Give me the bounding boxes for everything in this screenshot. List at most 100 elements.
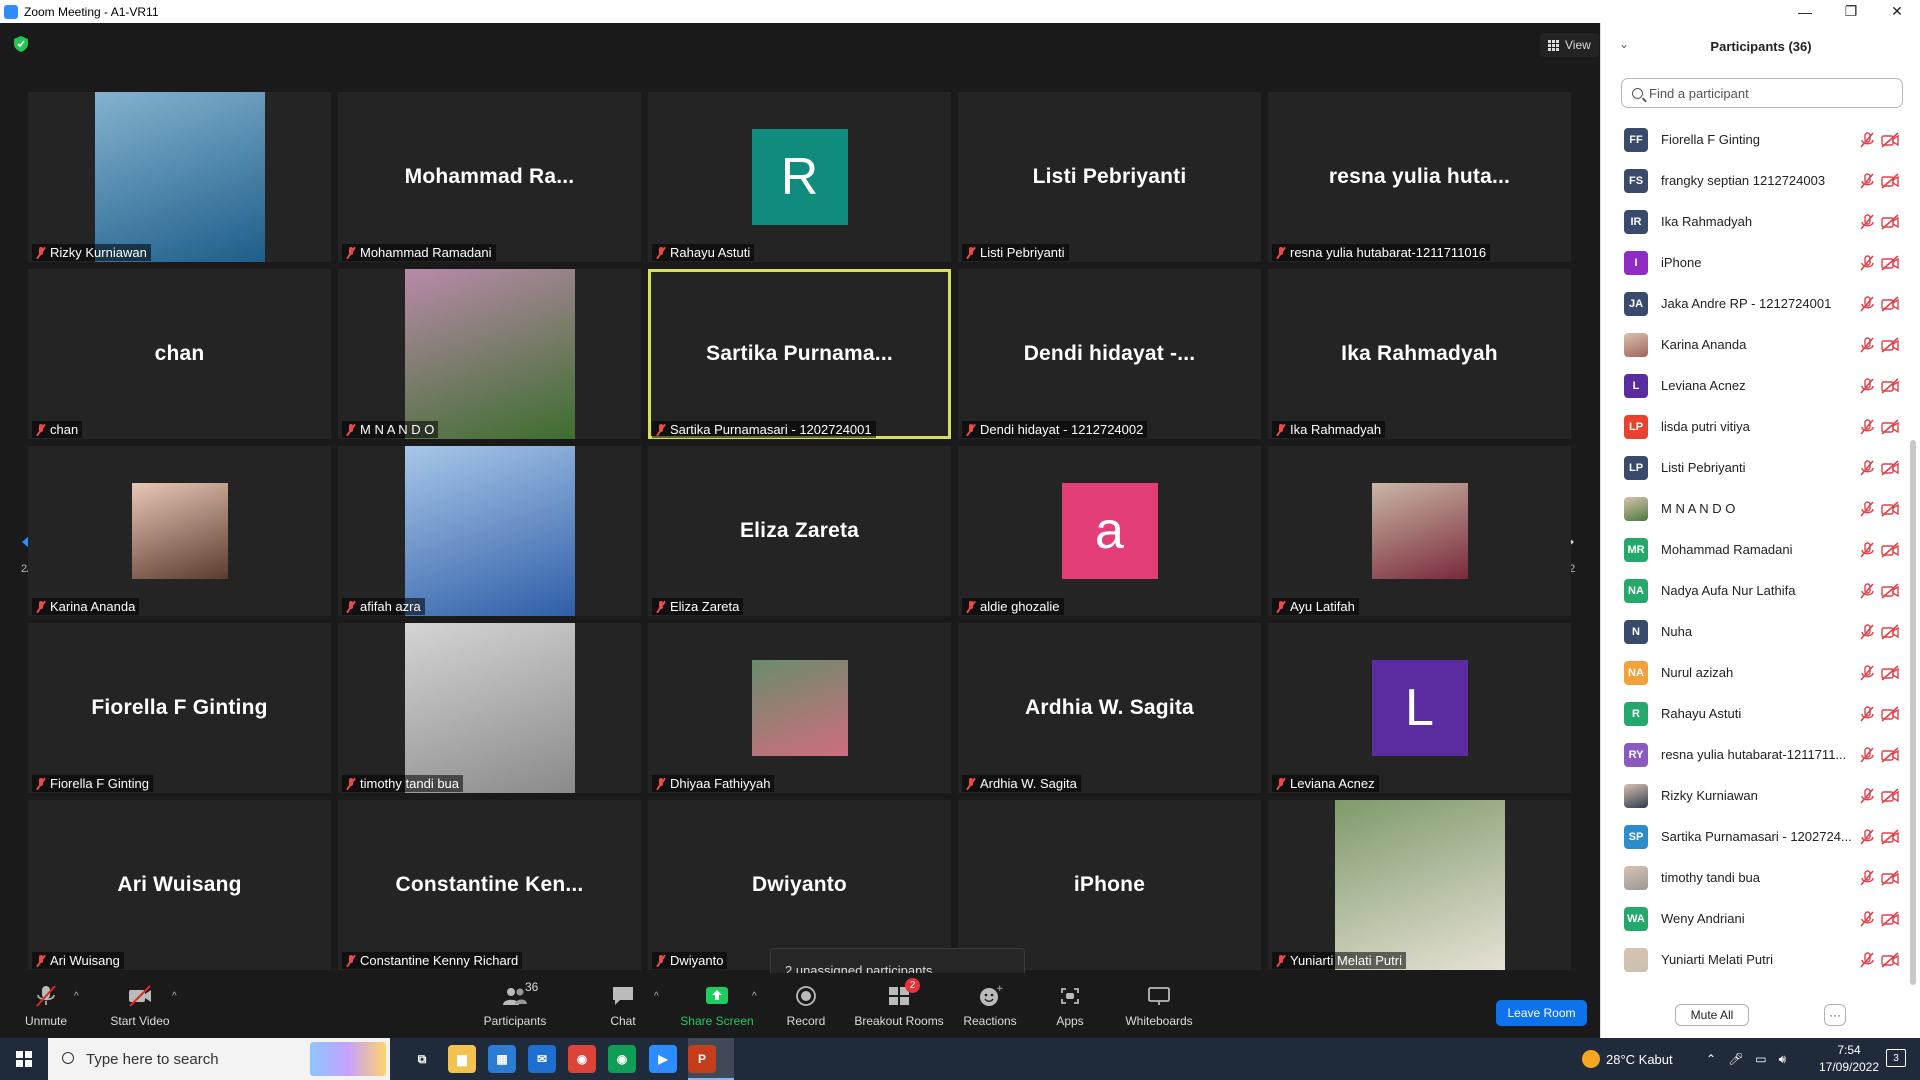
muted-microphone-icon[interactable]	[1859, 500, 1875, 517]
participant-video-tile[interactable]: Mohammad Ra... Mohammad Ramadani	[338, 92, 641, 262]
muted-microphone-icon[interactable]	[1859, 705, 1875, 722]
video-off-camera-icon[interactable]	[1881, 336, 1899, 353]
share-screen-button[interactable]: Share Screen	[680, 973, 754, 1038]
task-view-icon[interactable]: ⧉	[408, 1045, 436, 1073]
chrome-icon[interactable]: ◉	[568, 1045, 596, 1073]
participant-video-tile[interactable]: Constantine Ken... Constantine Kenny Rich…	[338, 800, 641, 970]
video-off-camera-icon[interactable]	[1881, 910, 1899, 927]
muted-microphone-icon[interactable]	[1859, 295, 1875, 312]
participant-list-item[interactable]: Karina Ananda	[1601, 324, 1905, 365]
participant-list-item[interactable]: Rizky Kurniawan	[1601, 775, 1905, 816]
participant-list-item[interactable]: R Rahayu Astuti	[1601, 693, 1905, 734]
muted-microphone-icon[interactable]	[1859, 131, 1875, 148]
powerpoint-icon[interactable]: P	[688, 1045, 716, 1073]
muted-microphone-icon[interactable]	[1859, 828, 1875, 845]
participant-list-item[interactable]: IR Ika Rahmadyah	[1601, 201, 1905, 242]
participant-video-tile[interactable]: Listi Pebriyanti Listi Pebriyanti	[958, 92, 1261, 262]
muted-microphone-icon[interactable]	[1859, 213, 1875, 230]
tray-microphone-icon[interactable]: 🎤︎	[1728, 1052, 1743, 1066]
participant-list-item[interactable]: LP Listi Pebriyanti	[1601, 447, 1905, 488]
muted-microphone-icon[interactable]	[1859, 377, 1875, 394]
participant-video-tile[interactable]: Dhiyaa Fathiyyah	[648, 623, 951, 793]
participant-video-tile[interactable]: Fiorella F Ginting Fiorella F Ginting	[28, 623, 331, 793]
apps-button[interactable]: Apps	[1054, 973, 1086, 1038]
participant-list-item[interactable]: N Nuha	[1601, 611, 1905, 652]
muted-microphone-icon[interactable]	[1859, 951, 1875, 968]
video-off-camera-icon[interactable]	[1881, 582, 1899, 599]
store-icon[interactable]: ▦	[488, 1045, 516, 1073]
video-off-camera-icon[interactable]	[1881, 705, 1899, 722]
participant-video-tile[interactable]: Dendi hidayat -... Dendi hidayat - 121272…	[958, 269, 1261, 439]
muted-microphone-icon[interactable]	[1859, 746, 1875, 763]
video-off-camera-icon[interactable]	[1881, 418, 1899, 435]
find-participant-search[interactable]: Find a participant	[1621, 78, 1903, 108]
chrome-profile-icon[interactable]: ◉	[608, 1045, 636, 1073]
participant-list-item[interactable]: L Leviana Acnez	[1601, 365, 1905, 406]
participant-video-tile[interactable]: M N A N D O	[338, 269, 641, 439]
video-off-camera-icon[interactable]	[1881, 213, 1899, 230]
unmute-button[interactable]: Unmute	[20, 973, 72, 1038]
participant-video-tile[interactable]: Ari Wuisang Ari Wuisang	[28, 800, 331, 970]
muted-microphone-icon[interactable]	[1859, 582, 1875, 599]
participant-video-tile[interactable]: Ayu Latifah	[1268, 446, 1571, 616]
mail-icon[interactable]: ✉	[528, 1045, 556, 1073]
notification-center-icon[interactable]: 3	[1886, 1049, 1906, 1067]
participant-video-tile[interactable]: Ardhia W. Sagita Ardhia W. Sagita	[958, 623, 1261, 793]
participant-video-tile[interactable]: a aldie ghozalie	[958, 446, 1261, 616]
tray-chevron-up-icon[interactable]: ⌃	[1706, 1052, 1716, 1066]
participant-video-tile[interactable]: chan chan	[28, 269, 331, 439]
video-off-camera-icon[interactable]	[1881, 295, 1899, 312]
windows-start-icon[interactable]	[16, 1051, 32, 1067]
close-button[interactable]: ✕	[1874, 0, 1920, 23]
more-options-button[interactable]: ···	[1824, 1004, 1846, 1026]
muted-microphone-icon[interactable]	[1859, 664, 1875, 681]
participant-list-item[interactable]: timothy tandi bua	[1601, 857, 1905, 898]
weather-widget[interactable]: 28°C Kabut	[1582, 1038, 1673, 1080]
video-off-camera-icon[interactable]	[1881, 664, 1899, 681]
muted-microphone-icon[interactable]	[1859, 623, 1875, 640]
muted-microphone-icon[interactable]	[1859, 541, 1875, 558]
encryption-shield-icon[interactable]	[14, 36, 28, 52]
tray-network-icon[interactable]: ▭	[1755, 1052, 1766, 1066]
participant-video-tile[interactable]: resna yulia huta... resna yulia hutabarat…	[1268, 92, 1571, 262]
participant-video-tile[interactable]: Dwiyanto Dwiyanto	[648, 800, 951, 970]
participant-video-tile[interactable]: iPhone	[958, 800, 1261, 970]
zoom-icon[interactable]: ▶	[649, 1045, 677, 1073]
participant-list-scrollbar[interactable]	[1910, 440, 1916, 985]
video-off-camera-icon[interactable]	[1881, 541, 1899, 558]
video-off-camera-icon[interactable]	[1881, 500, 1899, 517]
participant-video-tile[interactable]: Yuniarti Melati Putri	[1268, 800, 1571, 970]
chat-options-caret-icon[interactable]: ^	[654, 991, 659, 1002]
muted-microphone-icon[interactable]	[1859, 869, 1875, 886]
muted-microphone-icon[interactable]	[1859, 336, 1875, 353]
participant-video-tile[interactable]: L Leviana Acnez	[1268, 623, 1571, 793]
mute-all-button[interactable]: Mute All	[1675, 1004, 1749, 1026]
start-video-button[interactable]: Start Video	[108, 973, 172, 1038]
participant-video-tile[interactable]: R Rahayu Astuti	[648, 92, 951, 262]
participant-list-item[interactable]: JA Jaka Andre RP - 1212724001	[1601, 283, 1905, 324]
share-options-caret-icon[interactable]: ^	[752, 991, 757, 1002]
participant-video-tile[interactable]: Sartika Purnama... Sartika Purnamasari - …	[648, 269, 951, 439]
muted-microphone-icon[interactable]	[1859, 459, 1875, 476]
chat-button[interactable]: Chat	[608, 973, 638, 1038]
video-off-camera-icon[interactable]	[1881, 254, 1899, 271]
participant-list-item[interactable]: LP lisda putri vitiya	[1601, 406, 1905, 447]
participant-video-tile[interactable]: timothy tandi bua	[338, 623, 641, 793]
reactions-button[interactable]: + Reactions	[962, 973, 1018, 1038]
file-explorer-icon[interactable]: ▆	[448, 1045, 476, 1073]
video-off-camera-icon[interactable]	[1881, 623, 1899, 640]
participant-list-item[interactable]: IiPhone	[1601, 242, 1905, 283]
video-off-camera-icon[interactable]	[1881, 951, 1899, 968]
video-off-camera-icon[interactable]	[1881, 746, 1899, 763]
minimize-button[interactable]: —	[1782, 0, 1828, 23]
whiteboards-button[interactable]: Whiteboards	[1124, 973, 1194, 1038]
breakout-rooms-button[interactable]: 2 Breakout Rooms	[854, 973, 944, 1038]
participant-video-tile[interactable]: Eliza Zareta Eliza Zareta	[648, 446, 951, 616]
participant-list-item[interactable]: MR Mohammad Ramadani	[1601, 529, 1905, 570]
record-button[interactable]: Record	[784, 973, 828, 1038]
taskbar-clock[interactable]: 7:54 17/09/2022	[1814, 1042, 1884, 1076]
participant-list-item[interactable]: FF Fiorella F Ginting	[1601, 119, 1905, 160]
participant-list-item[interactable]: NA Nurul azizah	[1601, 652, 1905, 693]
participant-list-item[interactable]: RY resna yulia hutabarat-1211711...	[1601, 734, 1905, 775]
video-off-camera-icon[interactable]	[1881, 787, 1899, 804]
